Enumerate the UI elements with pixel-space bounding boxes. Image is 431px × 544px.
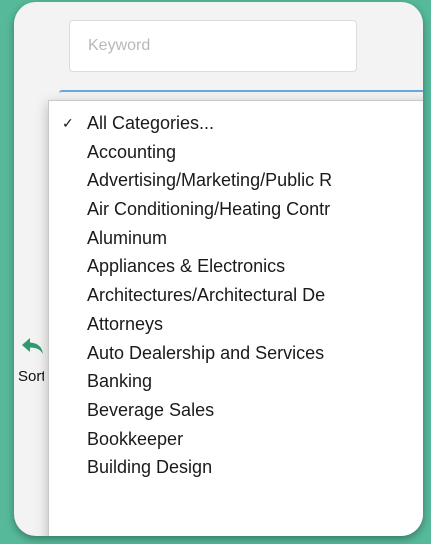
category-option[interactable]: Accounting — [49, 138, 423, 167]
category-option[interactable]: Auto Dealership and Services — [49, 339, 423, 368]
category-option[interactable]: Building Design — [49, 453, 423, 482]
category-dropdown-list[interactable]: ✓ All Categories... Accounting Advertisi… — [48, 100, 423, 536]
category-option[interactable]: Beverage Sales — [49, 396, 423, 425]
category-option[interactable]: Bookkeeper — [49, 425, 423, 454]
category-option[interactable]: Advertising/Marketing/Public R — [49, 166, 423, 195]
category-option[interactable]: Aluminum — [49, 224, 423, 253]
category-option[interactable]: ✓ All Categories... — [49, 109, 423, 138]
category-option[interactable]: Appliances & Electronics — [49, 252, 423, 281]
checkmark-icon: ✓ — [62, 115, 74, 131]
category-option[interactable]: Architectures/Architectural De — [49, 281, 423, 310]
category-option[interactable]: Attorneys — [49, 310, 423, 339]
search-panel: Sort ✓ All Categories... Accounting Adve… — [14, 2, 423, 536]
keyword-input[interactable] — [69, 20, 357, 72]
reply-arrow-icon[interactable] — [20, 334, 46, 360]
category-option[interactable]: Banking — [49, 367, 423, 396]
category-option[interactable]: Air Conditioning/Heating Contr — [49, 195, 423, 224]
sort-label[interactable]: Sort — [18, 368, 44, 385]
